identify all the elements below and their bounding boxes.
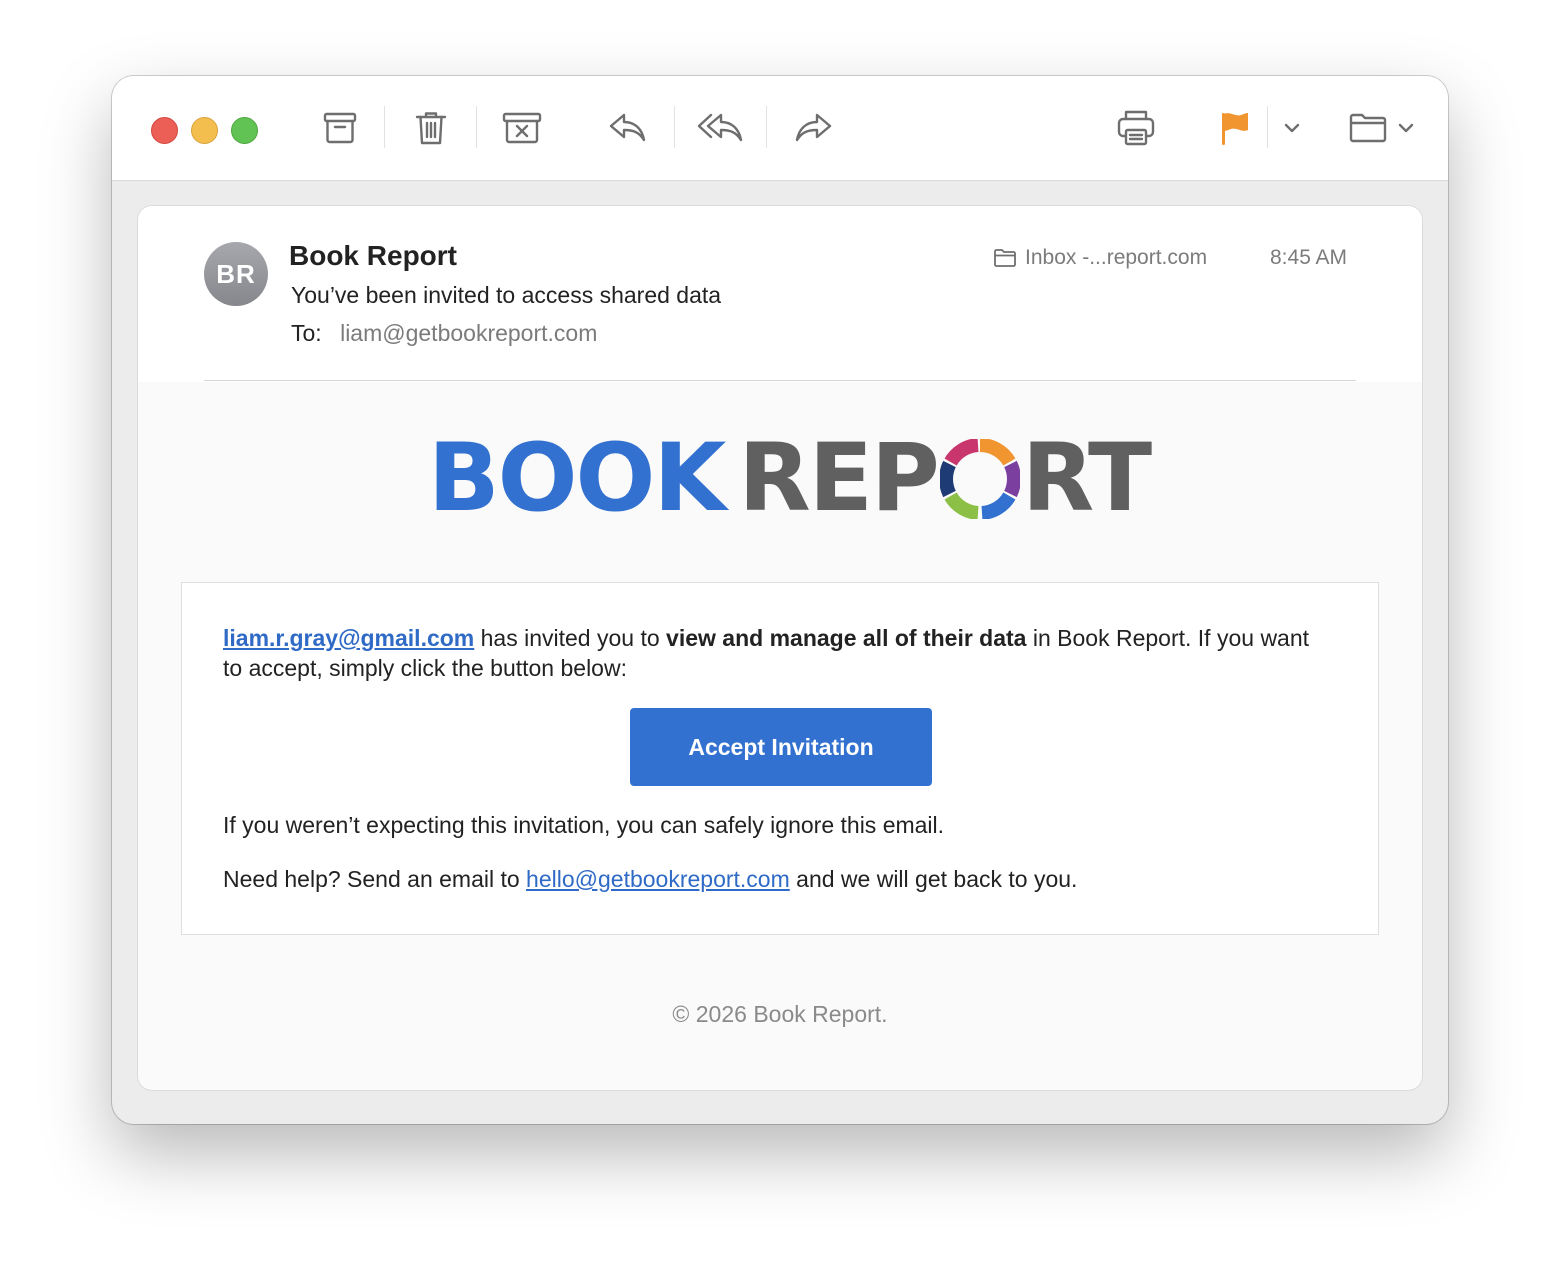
- logo-text-rt: RT: [1021, 424, 1152, 533]
- logo-text-rep: REP: [738, 424, 939, 533]
- header-divider: [204, 380, 1356, 381]
- inviter-email-link[interactable]: liam.r.gray@gmail.com: [223, 625, 474, 651]
- message-time: 8:45 AM: [1270, 246, 1348, 269]
- delete-button[interactable]: [407, 104, 455, 152]
- minimize-window-button[interactable]: [191, 117, 218, 144]
- invite-text-1: has invited you to: [474, 625, 667, 651]
- trash-icon: [415, 112, 447, 145]
- help-paragraph: Need help? Send an email to hello@getboo…: [223, 864, 1333, 894]
- reply-all-icon: [697, 113, 743, 142]
- ignore-paragraph: If you weren’t expecting this invitation…: [223, 812, 945, 838]
- logo-ring-icon: [939, 439, 1020, 519]
- email-footer: © 2026 Book Report.: [672, 1001, 888, 1027]
- invite-paragraph: liam.r.gray@gmail.com has invited you to…: [223, 623, 1333, 683]
- print-button[interactable]: [1112, 104, 1160, 152]
- subject: You’ve been invited to access shared dat…: [291, 282, 722, 308]
- accept-invitation-button[interactable]: Accept Invitation: [630, 708, 932, 786]
- email-content: liam.r.gray@gmail.com has invited you to…: [181, 582, 1379, 935]
- folder-icon: [1349, 113, 1387, 143]
- mailbox-label[interactable]: Inbox -...report.com: [993, 246, 1207, 270]
- flag-menu-button[interactable]: [1274, 104, 1310, 152]
- chevron-down-icon: [1284, 123, 1300, 133]
- invite-bold-text: view and manage all of their data: [666, 625, 1027, 651]
- help-email-link[interactable]: hello@getbookreport.com: [526, 866, 790, 892]
- junk-icon: [502, 112, 542, 144]
- zoom-window-button[interactable]: [231, 117, 258, 144]
- mailbox-name: Inbox -...report.com: [1025, 246, 1208, 269]
- help-text-1: Need help? Send an email to: [223, 866, 527, 892]
- flag-button[interactable]: [1212, 104, 1256, 152]
- forward-button[interactable]: [790, 104, 838, 152]
- mail-window: BR Book Report You’ve been invited to ac…: [112, 76, 1448, 1124]
- message-header: BR Book Report You’ve been invited to ac…: [138, 206, 1422, 382]
- print-icon: [1117, 110, 1155, 146]
- close-window-button[interactable]: [151, 117, 178, 144]
- folder-icon: [994, 249, 1016, 267]
- move-button[interactable]: [1346, 104, 1390, 152]
- book-report-logo: BOOK REP RT: [428, 424, 1152, 533]
- help-text-2: and we will get back to you.: [789, 866, 1078, 892]
- reply-icon: [609, 113, 646, 142]
- logo-text-book: BOOK: [428, 424, 726, 533]
- recipient-row: To: liam@getbookreport.com: [291, 320, 597, 347]
- recipient-address[interactable]: liam@getbookreport.com: [340, 320, 597, 346]
- to-label: To:: [291, 320, 322, 346]
- move-menu-button[interactable]: [1392, 104, 1420, 152]
- reply-all-button[interactable]: [696, 104, 744, 152]
- archive-icon: [323, 112, 357, 144]
- avatar: BR: [204, 242, 268, 306]
- archive-button[interactable]: [316, 104, 364, 152]
- junk-button[interactable]: [498, 104, 546, 152]
- reply-button[interactable]: [603, 104, 651, 152]
- message-card: BR Book Report You’ve been invited to ac…: [138, 206, 1422, 1090]
- flag-icon: [1222, 113, 1248, 145]
- sender-name: Book Report: [289, 240, 457, 271]
- forward-icon: [795, 113, 832, 142]
- chevron-down-icon: [1398, 123, 1414, 133]
- toolbar: [112, 76, 1448, 181]
